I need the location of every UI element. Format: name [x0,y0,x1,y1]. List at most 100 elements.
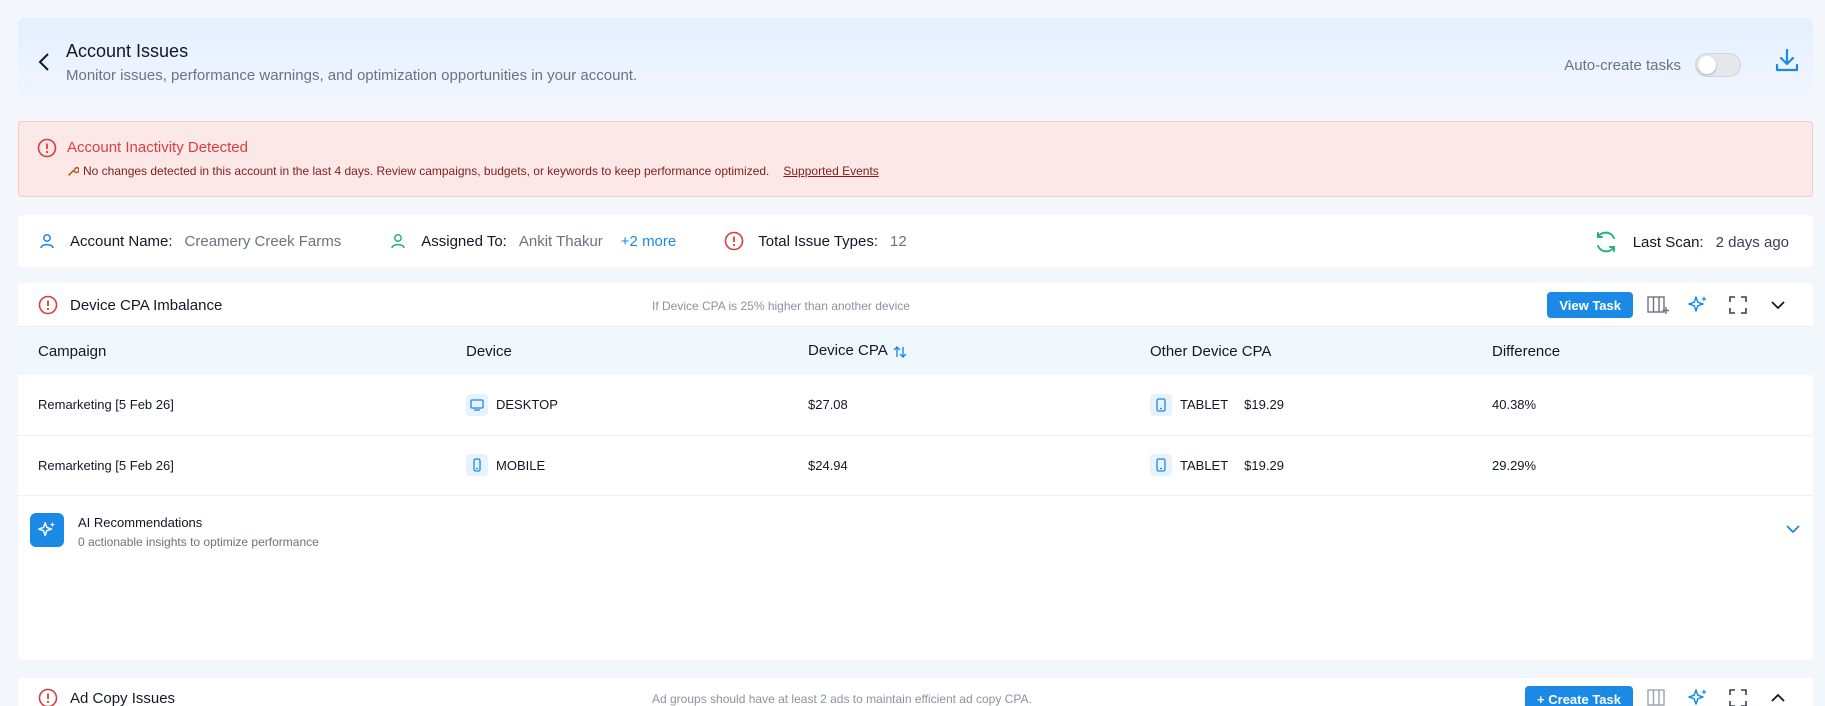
cell-other-device: TABLET $19.29 [1130,435,1472,496]
card-tools [1647,687,1789,706]
last-scan: Last Scan: 2 days ago [1593,229,1789,255]
auto-create-tasks: Auto-create tasks [1564,53,1741,77]
col-difference: Difference [1492,342,1561,360]
assigned-more-link[interactable]: +2 more [621,233,676,250]
download-icon [1775,48,1799,72]
last-scan-label: Last Scan: [1632,233,1704,251]
col-device-cpa[interactable]: Device CPA [788,327,1130,375]
card-title: Ad Copy Issues [70,690,176,706]
auto-create-toggle[interactable] [1695,53,1741,77]
alert-icon [38,688,58,706]
chevron-down-icon [1771,301,1785,310]
ai-sparkle-button[interactable] [1687,294,1709,316]
issue-types-value: 12 [890,232,907,250]
sparkle-icon [1688,689,1707,705]
sort-icon[interactable] [892,344,908,360]
supported-events-link[interactable]: Supported Events [783,164,878,178]
cell-other-device: TABLET $19.29 [1130,375,1472,436]
col-other-device-cpa: Other Device CPA [1150,342,1272,360]
cell-device-cpa: $24.94 [788,435,1130,496]
page-title: Account Issues [66,41,189,61]
total-issue-types: Total Issue Types: 12 [724,231,907,251]
expand-icon [1729,689,1747,706]
account-info-bar: Account Name: Creamery Creek Farms Assig… [18,215,1813,267]
toggle-knob [1698,56,1716,74]
ad-copy-card: Ad Copy Issues Ad groups should have at … [18,678,1813,706]
device-label: MOBILE [496,457,546,473]
alert-icon [38,295,58,320]
back-button[interactable] [32,50,56,74]
columns-button[interactable] [1647,294,1669,316]
other-device-label: TABLET [1180,397,1229,413]
cell-device-cpa: $27.08 [788,375,1130,436]
cell-difference: 29.29% [1472,435,1813,496]
device-cpa-table: Campaign Device Device CPA Other Device … [18,327,1813,496]
alert-message-text: No changes detected in this account in t… [83,164,770,178]
ai-subtitle: 0 actionable insights to optimize perfor… [78,535,319,549]
expand-icon [1729,296,1747,314]
account-name-label: Account Name: [70,232,173,250]
card-tools [1647,294,1789,316]
columns-icon [1647,689,1665,706]
assigned-to: Assigned To: Ankit Thakur +2 more [389,232,676,250]
col-device-cpa-label: Device CPA [808,342,888,360]
page: Account Issues Monitor issues, performan… [18,18,1813,706]
last-scan-value: 2 days ago [1715,233,1789,251]
assigned-to-value: Ankit Thakur [518,232,603,250]
sparkle-icon [1688,296,1707,312]
card-header: Device CPA Imbalance If Device CPA is 25… [18,283,1813,327]
chevron-left-icon [38,53,49,71]
fullscreen-button[interactable] [1727,294,1749,316]
assigned-to-label: Assigned To: [421,232,507,250]
ai-recommendations[interactable]: AI Recommendations 0 actionable insights… [30,513,1801,553]
table-row[interactable]: Remarketing [5 Feb 26] DESKTOP $27.08 TA… [18,375,1813,436]
ai-sparkle-button[interactable] [1687,687,1709,706]
refresh-icon[interactable] [1593,229,1619,255]
user-icon [391,234,405,249]
other-device-label: TABLET [1180,457,1229,473]
columns-icon [1647,296,1669,314]
cell-device: MOBILE [446,435,788,496]
create-task-button[interactable]: + Create Task [1525,686,1633,706]
col-campaign: Campaign [38,342,107,360]
card-title: Device CPA Imbalance [70,297,223,314]
alert-icon [724,231,744,251]
download-button[interactable] [1773,47,1801,80]
columns-button[interactable] [1647,687,1669,706]
account-name-value: Creamery Creek Farms [184,232,342,250]
cell-device: DESKTOP [446,375,788,436]
table-row[interactable]: Remarketing [5 Feb 26] MOBILE $24.94 TAB… [18,435,1813,496]
user-icon [40,234,54,249]
issue-types-label: Total Issue Types: [758,232,879,250]
cell-campaign: Remarketing [5 Feb 26] [18,435,446,496]
alert-icon [37,138,57,163]
other-device-cpa: $19.29 [1244,457,1284,473]
page-header: Account Issues Monitor issues, performan… [18,18,1813,104]
chevron-down-icon [1786,525,1800,534]
alert-title: Account Inactivity Detected [67,139,248,156]
ai-expand-button[interactable] [1785,521,1801,539]
auto-create-label: Auto-create tasks [1564,56,1681,74]
card-condition: Ad groups should have at least 2 ads to … [652,692,1032,706]
table-header-row: Campaign Device Device CPA Other Device … [18,327,1813,375]
account-name: Account Name: Creamery Creek Farms [38,232,341,250]
inactivity-alert: Account Inactivity Detected No changes d… [18,121,1813,197]
cell-campaign: Remarketing [5 Feb 26] [18,375,446,436]
cell-difference: 40.38% [1472,375,1813,436]
tablet-icon [1150,454,1172,476]
collapse-button[interactable] [1767,687,1789,706]
view-task-button[interactable]: View Task [1547,292,1633,318]
ai-title: AI Recommendations [78,515,203,530]
col-device: Device [466,342,512,360]
wrench-icon [68,166,79,176]
card-condition: If Device CPA is 25% higher than another… [652,299,910,313]
other-device-cpa: $19.29 [1244,397,1284,413]
sparkle-icon [38,521,56,537]
alert-message: No changes detected in this account in t… [67,164,879,178]
collapse-button[interactable] [1767,294,1789,316]
ai-badge [30,513,64,547]
tablet-icon [1150,393,1172,416]
fullscreen-button[interactable] [1727,687,1749,706]
page-subtitle: Monitor issues, performance warnings, an… [66,67,638,84]
device-label: DESKTOP [496,397,558,413]
